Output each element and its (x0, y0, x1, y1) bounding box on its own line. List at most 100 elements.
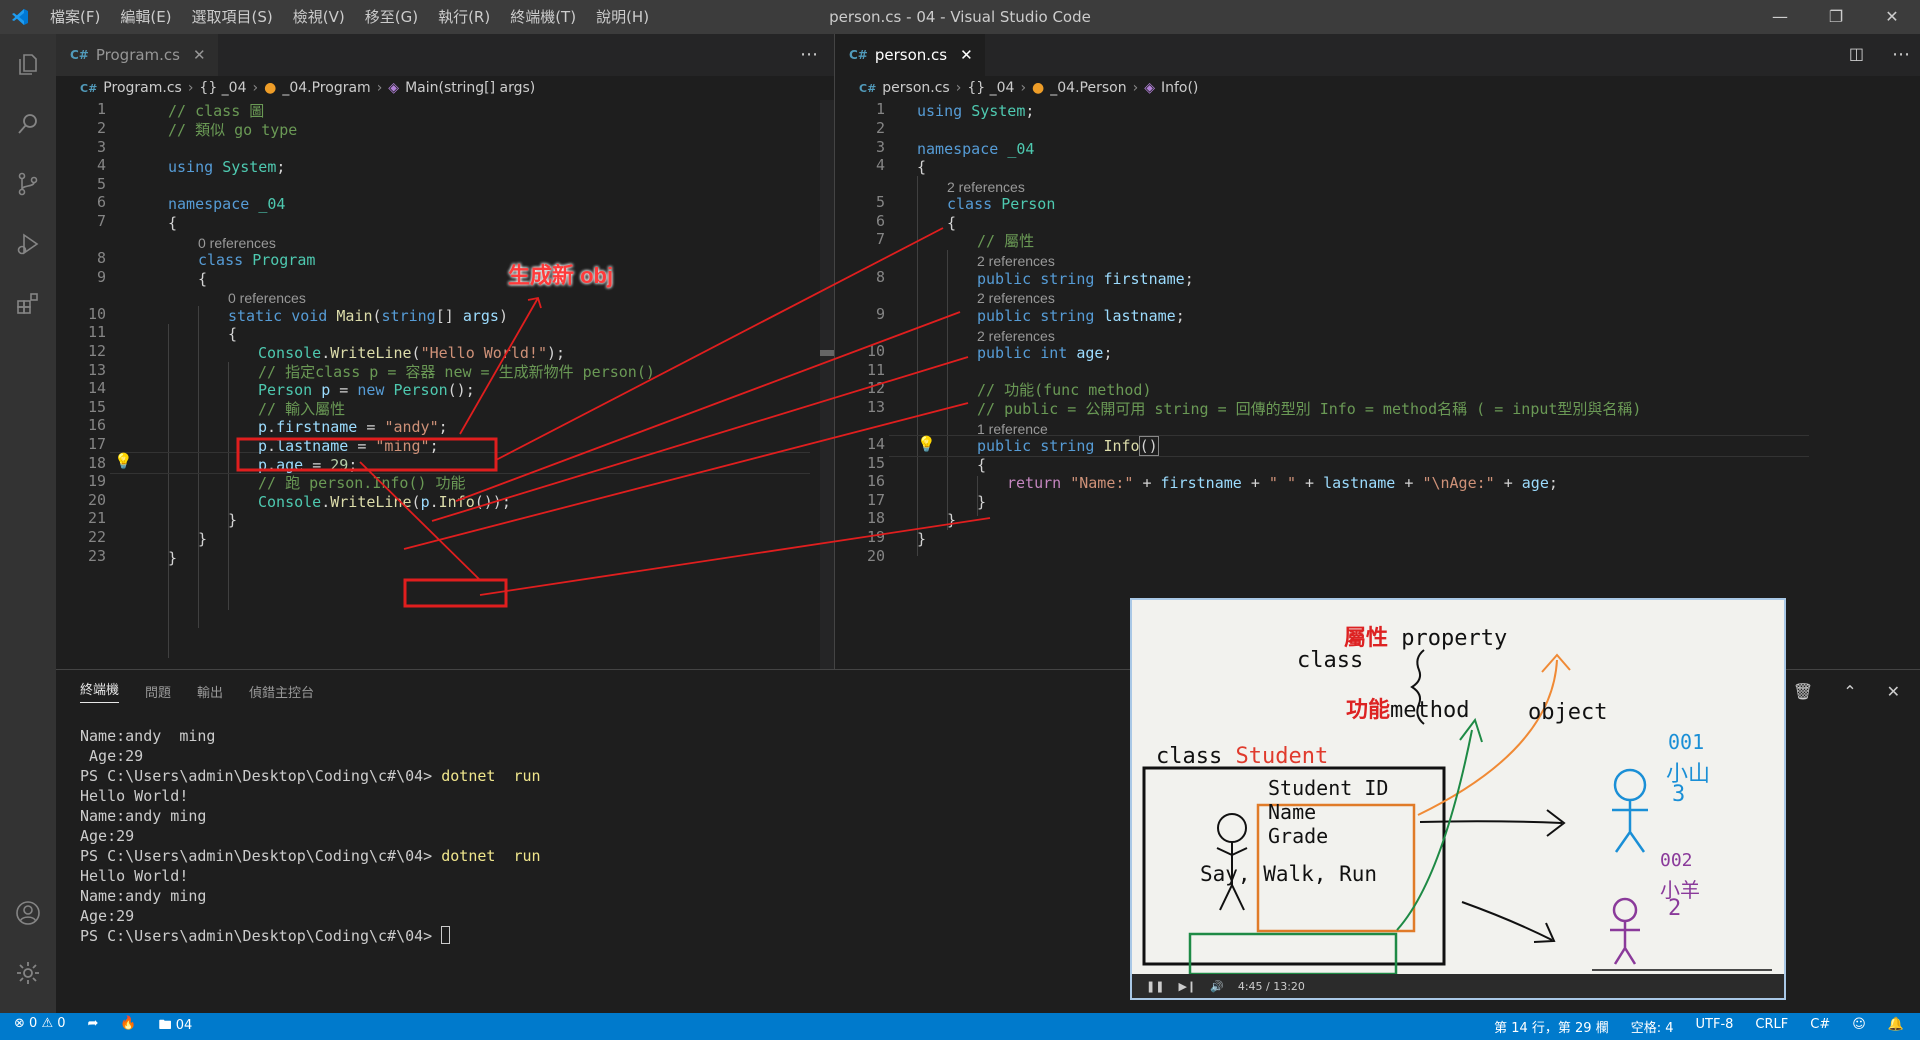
class-name-label: Student (1235, 744, 1329, 769)
warning-count: 0 (57, 1015, 66, 1031)
lightbulb-icon[interactable]: 💡 (917, 435, 936, 453)
breadcrumb-namespace[interactable]: {} _04 (967, 80, 1014, 96)
method-symbol-icon: ◈ (1144, 80, 1155, 96)
terminal-prompt: PS C:\Users\admin\Desktop\Coding\c#\04> (80, 927, 442, 945)
line-ending[interactable]: CRLF (1755, 1017, 1788, 1036)
settings-gear-icon[interactable] (0, 943, 56, 1003)
breadcrumb-class[interactable]: _04.Program (282, 80, 370, 96)
vertical-scrollbar[interactable] (820, 100, 834, 669)
field-grade: Grade (1268, 824, 1329, 848)
more-actions-icon[interactable]: ⋯ (1892, 44, 1910, 65)
volume-icon[interactable]: 🔊 (1210, 980, 1224, 993)
method-zh-label: 功能 (1346, 698, 1391, 723)
language-mode[interactable]: C# (1810, 1017, 1830, 1036)
code-area[interactable]: 💡 1 using System; 2 3 namespace _04 4 { … (835, 100, 1920, 669)
editor-program-cs: C# Program.cs ✕ ⋯ C# Program.cs › {} _04 ›… (56, 34, 834, 669)
maximize-panel-icon[interactable]: ⌃ (1843, 682, 1856, 701)
breadcrumb-namespace[interactable]: {} _04 (199, 80, 246, 96)
object-word-label: object (1528, 700, 1608, 725)
video-time: 4:45 / 13:20 (1237, 979, 1305, 993)
menu-view[interactable]: 檢視(V) (283, 0, 355, 34)
object2-id: 002 (1660, 850, 1693, 871)
menu-selection[interactable]: 選取項目(S) (182, 0, 283, 34)
tab-program-cs[interactable]: C# Program.cs ✕ (56, 34, 218, 76)
more-actions-icon[interactable]: ⋯ (800, 44, 818, 65)
encoding[interactable]: UTF-8 (1696, 1017, 1734, 1036)
method-symbol-icon: ◈ (388, 80, 400, 96)
live-share-icon[interactable]: ➦ (88, 1016, 99, 1038)
menu-terminal[interactable]: 終端機(T) (500, 0, 586, 34)
close-panel-icon[interactable]: ✕ (1887, 682, 1900, 701)
account-icon[interactable] (0, 883, 56, 943)
tab-label: person.cs (874, 46, 948, 64)
breadcrumb: C# Program.cs › {} _04 › ● _04.Program › ◈ … (80, 80, 536, 96)
vscode-logo-icon[interactable] (0, 0, 40, 34)
breadcrumb: C# person.cs › {} _04 › ● _04.Person › ◈ In… (859, 80, 1199, 96)
explorer-icon[interactable] (0, 34, 56, 94)
tab-problems[interactable]: 問題 (145, 682, 171, 701)
menu-edit[interactable]: 編輯(E) (110, 0, 181, 34)
tab-output[interactable]: 輸出 (197, 682, 223, 701)
attr-en-label: property (1401, 626, 1508, 651)
menu-file[interactable]: 檔案(F) (40, 0, 110, 34)
indentation[interactable]: 空格: 4 (1631, 1017, 1674, 1036)
menu-run[interactable]: 執行(R) (428, 0, 500, 34)
menu-help[interactable]: 說明(H) (586, 0, 659, 34)
pause-icon[interactable]: ❚❚ (1146, 980, 1164, 993)
folder-status[interactable]: 🖿 04 (159, 1016, 193, 1038)
minimize-icon[interactable]: — (1752, 0, 1808, 34)
whiteboard-drawing (1132, 649, 1772, 981)
close-tab-icon[interactable]: ✕ (960, 46, 973, 64)
terminal-prompt: PS C:\Users\admin\Desktop\Coding\c#\04> (80, 847, 442, 865)
cursor-position[interactable]: 第 14 行，第 29 欄 (1494, 1017, 1609, 1036)
code-area[interactable]: 💡 1 // class 圖 2 // 類似 go type 3 4 using… (56, 100, 834, 669)
breadcrumb-method[interactable]: Info() (1161, 80, 1198, 96)
branch-name: 04 (175, 1017, 193, 1033)
object1-id: 001 (1668, 730, 1705, 754)
breadcrumb-method[interactable]: Main(string[] args) (405, 80, 535, 96)
run-debug-icon[interactable] (0, 214, 56, 274)
editor-person-cs: C# person.cs ✕ ◫ ⋯ C# person.cs › {} _04 ›… (834, 34, 1920, 669)
object1-grade: 3 (1672, 782, 1686, 807)
close-tab-icon[interactable]: ✕ (193, 46, 206, 64)
methods-list: Say, Walk, Run (1200, 862, 1378, 886)
class-symbol-icon: ● (1032, 80, 1045, 96)
tab-debug-console[interactable]: 偵錯主控台 (249, 682, 314, 701)
problems-status[interactable]: ⊗ 0 ⚠ 0 (14, 1016, 66, 1038)
menu-bar: 檔案(F) 編輯(E) 選取項目(S) 檢視(V) 移至(G) 執行(R) 終端… (40, 0, 659, 34)
terminal-prompt: PS C:\Users\admin\Desktop\Coding\c#\04> (80, 767, 442, 785)
video-controls: ❚❚ ▶❙ 🔊 4:45 / 13:20 (1132, 974, 1784, 998)
menu-go[interactable]: 移至(G) (355, 0, 428, 34)
video-overlay[interactable]: 屬性 property class 功能method object class … (1130, 598, 1786, 1000)
trash-icon[interactable]: 🗑 (1793, 682, 1813, 701)
class-symbol-icon: ● (264, 80, 277, 96)
activity-bar (0, 34, 56, 1013)
next-icon[interactable]: ▶❙ (1178, 980, 1196, 993)
restore-icon[interactable]: ❐ (1808, 0, 1864, 34)
lightbulb-icon[interactable]: 💡 (114, 452, 133, 470)
breadcrumb-class[interactable]: _04.Person (1050, 80, 1126, 96)
search-icon[interactable] (0, 94, 56, 154)
field-name: Name (1268, 800, 1317, 824)
flame-icon[interactable]: 🔥 (120, 1016, 136, 1038)
editor-tab-bar: C# person.cs ✕ ◫ ⋯ (835, 34, 1920, 76)
method-en-label: method (1390, 698, 1470, 723)
close-window-icon[interactable]: ✕ (1864, 0, 1920, 34)
tab-person-cs[interactable]: C# person.cs ✕ (835, 34, 985, 76)
tab-terminal[interactable]: 終端機 (80, 679, 120, 703)
breadcrumb-file[interactable]: Program.cs (103, 80, 182, 96)
field-student-id: Student ID (1268, 776, 1389, 800)
terminal-command: dotnet run (441, 847, 541, 865)
split-editor-icon[interactable]: ◫ (1849, 44, 1864, 63)
extensions-icon[interactable] (0, 274, 56, 334)
feedback-icon[interactable]: ☺ (1852, 1017, 1866, 1036)
csharp-file-icon: C# (70, 48, 89, 62)
editor-tab-bar: C# Program.cs ✕ ⋯ (56, 34, 834, 76)
title-bar: 檔案(F) 編輯(E) 選取項目(S) 檢視(V) 移至(G) 執行(R) 終端… (0, 0, 1920, 34)
notifications-bell-icon[interactable]: 🔔 (1888, 1017, 1904, 1036)
terminal-command: dotnet run (441, 767, 541, 785)
object2-grade: 2 (1668, 896, 1682, 921)
breadcrumb-file[interactable]: person.cs (882, 80, 949, 96)
source-control-icon[interactable] (0, 154, 56, 214)
csharp-file-icon: C# (849, 48, 868, 62)
